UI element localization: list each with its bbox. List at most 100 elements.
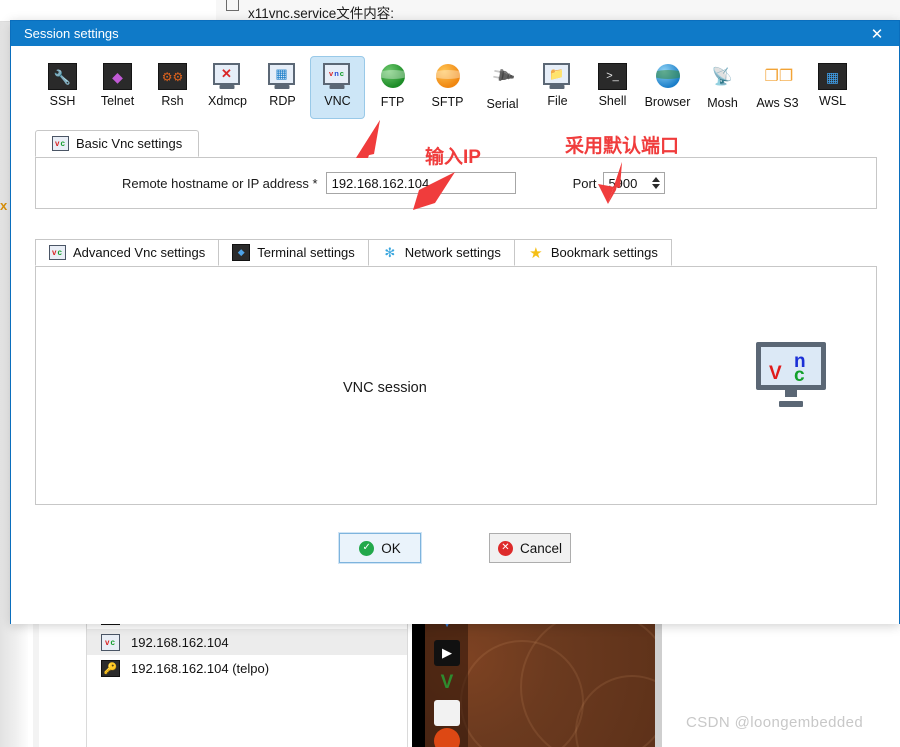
protocol-label: SFTP [431,95,464,109]
vnc-logo-neck [785,390,797,397]
background-top-note: x11vnc.service文件内容: [248,6,395,21]
ubuntu-desktop-screenshot: ▼ ▶ V [412,620,662,747]
cross-icon: ✕ [497,540,513,556]
protocol-label: Xdmcp [208,94,247,108]
list-item[interactable]: 🔑 192.168.162.104 (telpo) [87,655,407,681]
session-settings-dialog: Session settings ✕ 🔧 SSH ◆ Telnet ⚙⚙ Rsh… [10,20,900,624]
vnc-monitor-icon: vc [49,245,66,260]
protocol-label: WSL [818,94,847,108]
protocol-label: VNC [324,94,351,108]
protocol-aws-s3[interactable]: ❐❐ Aws S3 [750,56,805,110]
protocol-ssh[interactable]: 🔧 SSH [35,56,90,108]
annotation-enter-ip-label: 输入IP [425,147,481,168]
protocol-rdp[interactable]: ▦ RDP [255,56,310,108]
tab-terminal-settings[interactable]: ◆ Terminal settings [218,239,368,266]
orange-globe-icon [433,64,462,91]
vnc-logo-stand [779,401,803,407]
vnc-logo-screen: V n c [756,342,826,390]
cancel-button[interactable]: ✕ Cancel [489,533,571,563]
tab-label: Terminal settings [257,245,355,260]
protocol-label: Aws S3 [756,96,799,110]
background-topbar [0,0,900,22]
dialog-title: Session settings [24,26,119,41]
tab-label: Bookmark settings [550,245,658,260]
protocol-label: RDP [269,94,296,108]
annotation-arrow-ip [413,172,455,210]
protocol-label: Mosh [707,96,738,110]
windows-monitor-icon: ▦ [268,63,297,90]
green-globe-icon [378,64,407,91]
vnc-session-panel: VNC session V n c [35,267,877,505]
list-item-label: 192.168.162.104 (telpo) [131,660,270,676]
tab-bookmark-settings[interactable]: ★ Bookmark settings [513,239,672,266]
gears-icon: ⚙⚙ [158,63,187,90]
protocol-label: SSH [49,94,76,108]
ubuntu-dock[interactable]: ▼ ▶ V [425,620,468,747]
cubes-icon: ❐❐ [764,68,794,85]
protocol-wsl[interactable]: ▦ WSL [805,56,860,108]
protocol-shell[interactable]: >_ Shell [585,56,640,108]
annotation-default-port-label: 采用默认端口 [565,136,680,157]
tab-advanced-vnc-settings[interactable]: vc Advanced Vnc settings [35,239,219,266]
windows-icon: ▦ [818,63,847,90]
host-label: Remote hostname or IP address * [122,175,318,191]
protocol-sftp[interactable]: SFTP [420,56,475,109]
spinner-up-icon[interactable] [651,177,660,182]
annotation-arrow-port [598,162,622,204]
dialog-titlebar: Session settings ✕ [11,21,899,46]
protocol-label: FTP [380,95,405,109]
protocol-ftp[interactable]: FTP [365,56,420,109]
protocol-mosh[interactable]: 📡 Mosh [695,56,750,110]
protocol-label: Telnet [100,94,135,108]
close-icon[interactable]: ✕ [855,21,899,46]
tab-network-settings[interactable]: ✻ Network settings [367,239,514,266]
gem-icon: ◆ [103,63,132,90]
plug-icon: 🔌 [489,63,516,90]
terminal-icon: >_ [598,63,627,90]
ok-button-label: OK [381,540,401,556]
screenshot-right-edge [655,620,662,747]
protocol-label: Browser [644,95,691,109]
protocol-toolbar: 🔧 SSH ◆ Telnet ⚙⚙ Rsh ✕ Xdmcp ▦ RDP v n … [11,46,899,122]
protocol-file[interactable]: 📁 File [530,56,585,108]
protocol-telnet[interactable]: ◆ Telnet [90,56,145,108]
spinner-down-icon[interactable] [651,184,660,189]
text-editor-icon[interactable] [434,700,460,726]
media-player-icon[interactable]: ▶ [434,640,460,666]
background-left-edge-text: x [0,198,7,213]
vnc-logo-letter-v: V [769,363,782,384]
list-item[interactable]: vc 192.168.162.104 [87,629,407,655]
protocol-serial[interactable]: 🔌 Serial [475,56,530,111]
network-dots-icon: ✻ [384,244,396,260]
protocol-label: File [547,94,568,108]
blue-globe-icon [653,64,682,91]
protocol-browser[interactable]: Browser [640,56,695,109]
satellite-icon: 📡 [711,67,734,86]
port-spinner-buttons[interactable] [647,173,664,193]
protocol-xdmcp[interactable]: ✕ Xdmcp [200,56,255,108]
list-item-label: 192.168.162.104 [131,634,229,650]
protocol-label: Rsh [161,94,184,108]
check-icon: ✓ [359,540,375,556]
key-icon: 🔑 [101,659,120,677]
protocol-label: Serial [486,97,519,111]
tab-basic-vnc-settings[interactable]: vc Basic Vnc settings [35,130,200,157]
x-monitor-icon: ✕ [213,63,242,90]
vnc-logo-letter-c: c [794,365,805,386]
ok-button[interactable]: ✓ OK [338,532,422,564]
dialog-button-row: ✓ OK ✕ Cancel [11,532,899,564]
cancel-button-label: Cancel [519,540,563,556]
folder-monitor-icon: 📁 [543,63,572,90]
tab-label: Network settings [404,245,501,260]
vnc-logo: V n c [756,342,826,408]
tab-label: Basic Vnc settings [76,136,183,151]
star-icon: ★ [529,244,543,262]
protocol-rsh[interactable]: ⚙⚙ Rsh [145,56,200,108]
session-list[interactable]: 🔑 192.168.162.104 (ssh) vc 192.168.162.1… [86,607,408,747]
vim-icon[interactable]: V [434,670,460,696]
ubuntu-icon[interactable] [434,728,460,747]
background-checkbox-icon [226,0,239,11]
annotation-arrow-vnc [356,120,380,158]
vnc-monitor-icon: vc [52,136,69,151]
protocol-vnc[interactable]: vnc VNC [310,56,365,119]
